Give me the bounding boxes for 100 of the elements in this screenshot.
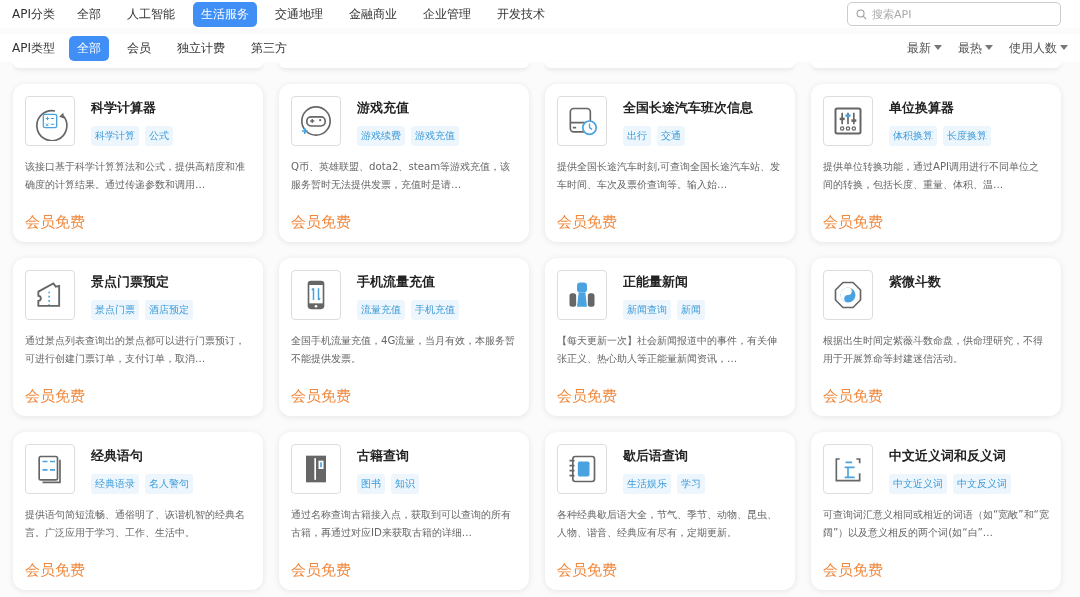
type-tab[interactable]: 独立计费 — [169, 35, 233, 61]
tag: 体积换算 — [889, 126, 937, 146]
type-tab[interactable]: 第三方 — [243, 35, 295, 61]
tag: 科学计算 — [91, 126, 139, 146]
price-label: 会员免费 — [291, 387, 352, 406]
card-description: Q币、英雄联盟、dota2、steam等游戏充值，该服务暂时无法提供发票，充值时是请… — [291, 160, 512, 192]
sort-dropdown[interactable]: 使用人数 — [1009, 39, 1068, 57]
category-tab[interactable]: 开发技术 — [489, 1, 553, 27]
api-card[interactable]: 手机流量充值 流量充值 手机充值 全国手机流量充值，4G流量，当月有效，本服务暂不能提供发票。 会员免费 — [279, 258, 529, 416]
price-label: 会员免费 — [291, 561, 352, 580]
price-label: 会员免费 — [557, 387, 618, 406]
tag: 生活娱乐 — [623, 474, 671, 494]
sort-dropdown[interactable]: 最新 — [907, 39, 942, 57]
notepad-icon — [557, 444, 607, 494]
api-card[interactable]: 紫微斗数 根据出生时间定紫薇斗数命盘，供命理研究，不得用于开展算命等封建迷信活动。 会员免费 — [811, 258, 1061, 416]
filter-label: API类型 — [12, 39, 55, 57]
price-label: 会员免费 — [25, 561, 86, 580]
card-title: 景点门票预定 — [91, 274, 170, 291]
yin-yang-icon — [823, 270, 873, 320]
api-card[interactable]: 景点门票预定 景点门票 酒店预定 通过景点列表查询出的景点都可以进行门票预订，可进行创建门票订单，支付订单，取消… 会员免费 — [13, 258, 263, 416]
card-title: 科学计算器 — [91, 100, 157, 117]
price-label: 会员免费 — [291, 213, 352, 232]
tag: 游戏续费 — [357, 126, 405, 146]
tag: 交通 — [657, 126, 685, 146]
gamepad-icon — [291, 96, 341, 146]
tag: 新闻 — [677, 300, 705, 320]
card-title: 单位换算器 — [889, 100, 955, 117]
api-card[interactable]: 古籍查询 图书 知识 通过名称查询古籍接入点，获取到可以查询的所有古籍，再通过对应ID来获取古籍的详细… 会员免费 — [279, 432, 529, 590]
tag: 经典语录 — [91, 474, 139, 494]
tag: 流量充值 — [357, 300, 405, 320]
price-label: 会员免费 — [25, 213, 86, 232]
price-label: 会员免费 — [557, 213, 618, 232]
caret-icon — [934, 45, 942, 51]
calculator-icon — [25, 96, 75, 146]
category-tab[interactable]: 交通地理 — [267, 1, 331, 27]
card-title: 中文近义词和反义词 — [889, 448, 1007, 465]
api-card[interactable]: 全国长途汽车班次信息 出行 交通 提供全国长途汽车时刻,可查询全国长途汽车站、发车时间、车次及票价查询等。输入始… 会员免费 — [545, 84, 795, 242]
filter-label: API分类 — [12, 5, 55, 23]
card-title: 歇后语查询 — [623, 448, 689, 465]
price-label: 会员免费 — [557, 561, 618, 580]
tag: 游戏充值 — [411, 126, 459, 146]
api-card[interactable]: 科学计算器 科学计算 公式 该接口基于科学计算算法和公式，提供高精度和准确度的计算结果。通过传递参数和调用… 会员免费 — [13, 84, 263, 242]
search-field[interactable]: 搜索API — [847, 2, 1061, 26]
sliders-icon — [823, 96, 873, 146]
category-tab[interactable]: 金融商业 — [341, 1, 405, 27]
card-description: 通过景点列表查询出的景点都可以进行门票预订，可进行创建门票订单，支付订单，取消… — [25, 334, 246, 366]
book-icon — [25, 444, 75, 494]
document-icon — [823, 444, 873, 494]
api-card[interactable]: 游戏充值 游戏续费 游戏充值 Q币、英雄联盟、dota2、steam等游戏充值，该服务暂时无法提供发票，充值时是请… 会员免费 — [279, 84, 529, 242]
card-title: 手机流量充值 — [357, 274, 436, 291]
card-description: 【每天更新一次】社会新闻报道中的事件，有关伸张正义、热心助人等正能量新闻资讯，… — [557, 334, 778, 366]
price-label: 会员免费 — [25, 387, 86, 406]
card-description: 各种经典歇后语大全，节气、季节、动物、昆虫、人物、谐音、经典应有尽有，定期更新。 — [557, 508, 778, 540]
category-tab[interactable]: 人工智能 — [119, 1, 183, 27]
notebook-icon — [291, 444, 341, 494]
card-title: 古籍查询 — [357, 448, 410, 465]
sort-dropdown[interactable]: 最热 — [958, 39, 993, 57]
bus-icon — [557, 96, 607, 146]
category-tab[interactable]: 全部 — [69, 1, 109, 27]
tag: 景点门票 — [91, 300, 139, 320]
card-description: 全国手机流量充值，4G流量，当月有效，本服务暂不能提供发票。 — [291, 334, 517, 366]
card-description: 该接口基于科学计算算法和公式，提供高精度和准确度的计算结果。通过传递参数和调用… — [25, 160, 246, 192]
api-card[interactable]: 中文近义词和反义词 中文近义词 中文反义词 可查询词汇意义相同或相近的词语（如“宽敞”和“宽阔”）以及意义相反的两个词(如“白”… 会员免费 — [811, 432, 1061, 590]
tag: 出行 — [623, 126, 651, 146]
price-label: 会员免费 — [823, 387, 884, 406]
tag: 中文反义词 — [953, 474, 1011, 494]
ticket-icon — [25, 270, 75, 320]
phone-icon — [291, 270, 341, 320]
price-label: 会员免费 — [823, 561, 884, 580]
card-title: 紫微斗数 — [889, 274, 941, 291]
tag: 图书 — [357, 474, 385, 494]
card-description: 可查询词汇意义相同或相近的词语（如“宽敞”和“宽阔”）以及意义相反的两个词(如“白”… — [823, 508, 1049, 540]
card-title: 游戏充值 — [357, 100, 410, 117]
card-title: 经典语句 — [91, 448, 144, 465]
tag: 中文近义词 — [889, 474, 947, 494]
card-description: 提供全国长途汽车时刻,可查询全国长途汽车站、发车时间、车次及票价查询等。输入始… — [557, 160, 782, 192]
tag: 知识 — [391, 474, 419, 494]
tag: 新闻查询 — [623, 300, 671, 320]
card-description: 提供语句简短流畅、通俗明了、诙谐机智的经典名言。广泛应用于学习、工作、生活中。 — [25, 508, 246, 540]
api-card[interactable]: 正能量新闻 新闻查询 新闻 【每天更新一次】社会新闻报道中的事件，有关伸张正义、热心助人等正能量新闻资讯，… 会员免费 — [545, 258, 795, 416]
search-icon — [856, 9, 867, 20]
api-card[interactable]: 歇后语查询 生活娱乐 学习 各种经典歇后语大全，节气、季节、动物、昆虫、人物、谐音、经典应有尽有，定期更新。 会员免费 — [545, 432, 795, 590]
tag: 学习 — [677, 474, 705, 494]
tag: 手机充值 — [411, 300, 459, 320]
price-label: 会员免费 — [823, 213, 884, 232]
card-description: 通过名称查询古籍接入点，获取到可以查询的所有古籍，再通过对应ID来获取古籍的详细… — [291, 508, 512, 540]
card-description: 提供单位转换功能，通过API调用进行不同单位之间的转换，包括长度、重量、体积、温… — [823, 160, 1041, 192]
card-description: 根据出生时间定紫薇斗数命盘，供命理研究，不得用于开展算命等封建迷信活动。 — [823, 334, 1044, 366]
tag: 名人警句 — [145, 474, 193, 494]
caret-icon — [985, 45, 993, 51]
api-card[interactable]: 经典语句 经典语录 名人警句 提供语句简短流畅、通俗明了、诙谐机智的经典名言。广泛应用于学习、工作、生活中。 会员免费 — [13, 432, 263, 590]
caret-icon — [1060, 45, 1068, 51]
card-title: 全国长途汽车班次信息 — [623, 100, 753, 117]
type-tab[interactable]: 会员 — [119, 35, 159, 61]
tag: 公式 — [145, 126, 173, 146]
tag: 长度换算 — [943, 126, 991, 146]
api-card[interactable]: 单位换算器 体积换算 长度换算 提供单位转换功能，通过API调用进行不同单位之间的转换，包括长度、重量、体积、温… 会员免费 — [811, 84, 1061, 242]
card-title: 正能量新闻 — [623, 274, 689, 291]
category-tab[interactable]: 企业管理 — [415, 1, 479, 27]
tag: 酒店预定 — [145, 300, 193, 320]
